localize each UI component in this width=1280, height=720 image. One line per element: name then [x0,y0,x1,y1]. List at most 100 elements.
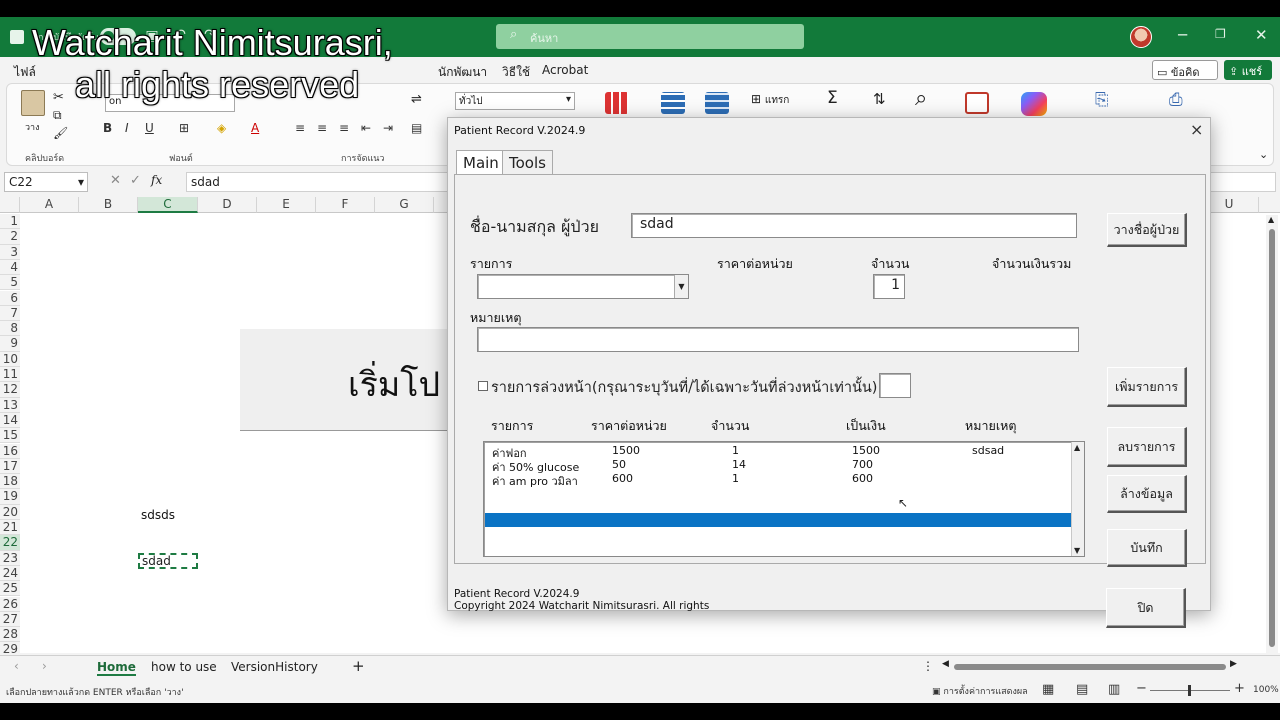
comment-button[interactable]: ▭ ข้อคิดเห็น [1152,60,1218,97]
find-icon[interactable]: ⌕ [915,86,927,111]
col-header-e[interactable]: E [257,197,316,213]
wrap-text-icon[interactable]: ⇌ [411,92,422,107]
sheet-tab-home[interactable]: Home [97,660,136,676]
row-header[interactable]: 12 [0,382,20,398]
scroll-left-icon[interactable]: ◀ [942,659,949,669]
more-options-icon[interactable]: ⋮ [922,659,934,673]
add-item-button[interactable]: เพิ่มรายการ [1107,367,1187,407]
zoom-level[interactable]: 100% [1253,685,1279,695]
cell-styles-icon[interactable] [705,92,729,114]
item-combobox[interactable]: ▼ [477,274,689,299]
minimize-icon[interactable]: ─ [1178,26,1187,44]
save-button[interactable]: บันทึก [1107,529,1187,567]
zoom-out-icon[interactable]: − [1136,681,1147,696]
next-sheet-icon[interactable]: › [42,659,47,673]
menu-help[interactable]: วิธีใช้ [502,63,530,82]
row-header[interactable]: 18 [0,474,20,490]
sheet-tab-version-history[interactable]: VersionHistory [231,660,318,674]
row-header[interactable]: 13 [0,397,20,413]
horizontal-scrollbar[interactable]: ◀ ▶ [942,659,1242,672]
row-header[interactable]: 19 [0,489,20,505]
advance-checkbox[interactable] [478,381,488,391]
share-button[interactable]: ⇪ แชร์ ▾ [1224,60,1272,93]
border-icon[interactable]: ⊞ [179,121,189,135]
copilot-icon[interactable] [1021,92,1047,116]
align-left-icon[interactable]: ≡ [295,121,305,135]
listbox-scrollbar[interactable]: ▲ ▼ [1071,442,1084,556]
search-box[interactable]: ⌕ ค้นหา [496,24,804,49]
note-input[interactable] [477,327,1079,352]
patient-name-input[interactable]: sdad [631,213,1077,238]
fill-color-icon[interactable]: ◈ [217,121,226,135]
copy-icon[interactable]: ⧉ [53,108,62,123]
col-header-c[interactable]: C [138,197,198,213]
select-all-corner[interactable] [0,197,20,213]
insert-cells-icon[interactable]: ⊞ แทรก [751,92,789,108]
row-header[interactable]: 25 [0,581,20,597]
row-header[interactable]: 1 [0,214,20,230]
dialog-close-icon[interactable]: × [1190,120,1203,139]
font-color-icon[interactable]: A [251,121,259,135]
acrobat-pdf-icon[interactable]: ⎘ [1095,90,1109,110]
paste-patient-name-button[interactable]: วางชื่อผู้ป่วย [1107,213,1187,247]
display-settings-button[interactable]: ▣ การตั้งค่าการแสดงผล [932,684,1028,698]
row-header[interactable]: 17 [0,458,20,475]
menu-developer[interactable]: นักพัฒนา [438,63,487,82]
delete-item-button[interactable]: ลบรายการ [1107,427,1187,467]
menu-acrobat[interactable]: Acrobat [542,63,588,77]
vertical-scroll-thumb[interactable] [1269,229,1275,647]
row-header[interactable]: 9 [0,336,20,352]
horizontal-scroll-thumb[interactable] [954,664,1226,670]
ribbon-collapse-icon[interactable]: ⌄ [1259,148,1268,161]
decrease-indent-icon[interactable]: ⇤ [361,121,371,135]
underline-button[interactable]: U [145,121,154,135]
prev-sheet-icon[interactable]: ‹ [14,659,19,673]
italic-button[interactable]: I [125,121,129,135]
autosum-icon[interactable]: Σ [827,88,838,108]
col-header-f[interactable]: F [316,197,375,213]
scroll-down-icon[interactable]: ▼ [1074,546,1080,555]
row-header[interactable]: 16 [0,443,20,459]
increase-indent-icon[interactable]: ⇥ [383,121,393,135]
zoom-slider[interactable] [1150,685,1230,696]
scroll-up-icon[interactable]: ▲ [1074,443,1080,452]
tab-main[interactable]: Main [456,150,506,176]
row-header[interactable]: 10 [0,351,20,367]
cell-c22-selection[interactable]: sdad [138,553,198,569]
scroll-right-icon[interactable]: ▶ [1230,659,1237,669]
page-break-icon[interactable]: ▥ [1108,682,1120,697]
sheet-tab-how-to-use[interactable]: how to use [151,660,217,674]
row-header[interactable]: 26 [0,596,20,612]
row-header[interactable]: 15 [0,428,20,444]
row-header[interactable]: 24 [0,565,20,582]
row-header[interactable]: 21 [0,520,20,536]
col-header-g[interactable]: G [375,197,434,213]
zoom-in-icon[interactable]: + [1234,681,1245,696]
row-header[interactable]: 28 [0,627,20,643]
tab-tools[interactable]: Tools [502,150,553,176]
row-header[interactable]: 27 [0,611,20,628]
name-box[interactable]: C22 ▾ [4,172,88,192]
row-header[interactable]: 14 [0,412,20,429]
vertical-scrollbar[interactable]: ▲ [1266,215,1278,653]
page-layout-icon[interactable]: ▤ [1076,682,1088,697]
row-header[interactable]: 5 [0,275,20,291]
restore-icon[interactable]: ❐ [1215,27,1226,41]
col-header-a[interactable]: A [20,197,79,213]
row-header[interactable]: 6 [0,290,20,306]
bold-button[interactable]: B [103,121,112,135]
row-header[interactable]: 20 [0,504,20,520]
normal-view-icon[interactable]: ▦ [1042,682,1054,697]
row-header[interactable]: 8 [0,321,20,337]
conditional-format-icon[interactable] [605,92,629,114]
row-header[interactable]: 23 [0,550,20,566]
row-header[interactable]: 3 [0,244,20,260]
close-dialog-button[interactable]: ปิด [1106,588,1186,628]
cell-c19[interactable]: sdsds [141,508,175,522]
row-header[interactable]: 4 [0,259,20,276]
acrobat-share-icon[interactable]: ⎙ [1169,90,1183,110]
clear-data-button[interactable]: ล้างข้อมูล [1107,475,1187,513]
quantity-input[interactable]: 1 [873,274,905,299]
sort-filter-icon[interactable]: ⇅ [873,90,886,108]
cancel-formula-icon[interactable]: ✕ [110,173,121,188]
